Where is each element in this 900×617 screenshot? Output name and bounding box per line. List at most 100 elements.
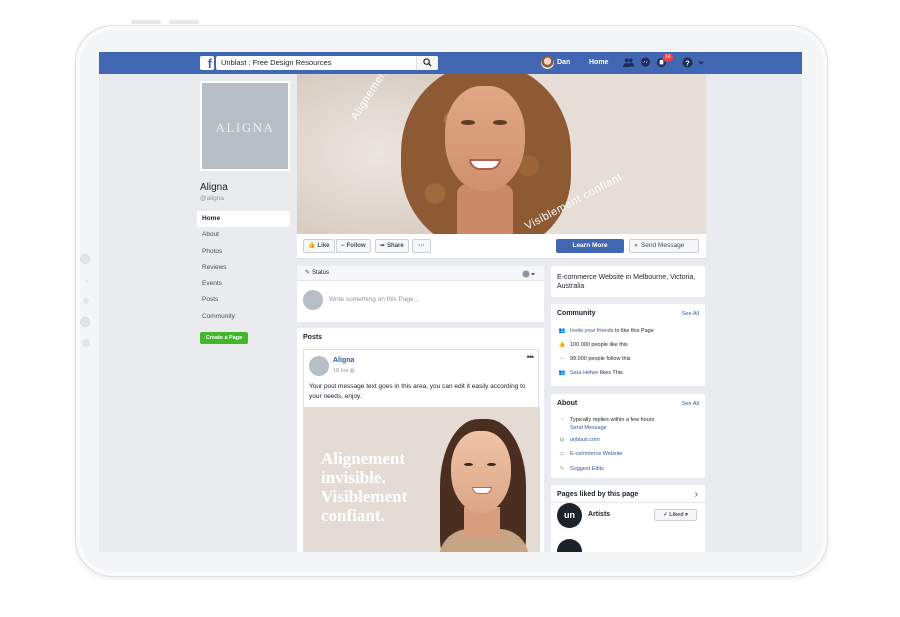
- divider: [551, 502, 705, 503]
- status-input[interactable]: Write something on this Page...: [329, 296, 419, 303]
- nav-item-reviews[interactable]: Reviews: [197, 260, 290, 276]
- nav-item-community[interactable]: Community: [197, 309, 290, 325]
- artist-page-name[interactable]: Artists: [588, 511, 610, 518]
- home-link[interactable]: Home: [589, 57, 608, 69]
- tablet-volume-button: [131, 20, 161, 24]
- page-username[interactable]: @aligna: [200, 195, 224, 202]
- status-composer: ✎ Status Write something on this Page...: [297, 266, 544, 322]
- avatar: [541, 56, 554, 69]
- share-button[interactable]: ➦ Share: [375, 239, 409, 253]
- aligna-logo: ALIGNA: [215, 120, 275, 135]
- nav-item-photos[interactable]: Photos: [197, 244, 290, 260]
- help-icon[interactable]: ?: [682, 57, 693, 68]
- invite-friends-link[interactable]: Invite your friends: [570, 328, 613, 334]
- about-heading: About: [557, 400, 578, 407]
- website-row: ◍ unblast.com: [557, 436, 600, 444]
- thumbs-up-icon: 👍: [558, 342, 566, 348]
- tablet-camera: [80, 254, 90, 264]
- invite-icon: 👥: [558, 328, 566, 334]
- cover-photo[interactable]: Alignement invisible Visiblement confian…: [297, 74, 706, 234]
- page-description-card: E-commerce Website in Melbourne, Victori…: [551, 266, 705, 297]
- follow-button[interactable]: ⌁ Follow: [336, 239, 371, 253]
- status-tab-label: Status: [312, 270, 330, 276]
- status-header: ✎ Status: [297, 266, 544, 281]
- community-see-all-link[interactable]: See All: [682, 311, 699, 317]
- liked-label: Liked: [669, 512, 684, 518]
- model-eye: [461, 120, 475, 125]
- chevron-down-icon[interactable]: [697, 57, 705, 68]
- send-message-button[interactable]: ● Send Message: [629, 239, 699, 253]
- rss-icon: ⌁: [560, 356, 564, 362]
- rss-icon: ⌁: [341, 243, 345, 249]
- nav-item-home[interactable]: Home: [197, 211, 290, 228]
- nav-item-about[interactable]: About: [197, 227, 290, 243]
- posts-heading: Posts: [303, 334, 323, 341]
- page-description: E-commerce Website in Melbourne, Victori…: [557, 274, 696, 290]
- tablet-dot: [85, 280, 88, 283]
- friends-icon: 👥: [558, 370, 566, 376]
- like-label: Like: [317, 243, 330, 249]
- about-card: About See All ◔ Typically replies within …: [551, 394, 705, 478]
- status-tab[interactable]: ✎ Status: [305, 268, 329, 279]
- invite-friends-row: 👥 Invite your friends to like this Page: [557, 327, 654, 335]
- follows-row: ⌁ 99.000 people follow this: [557, 355, 630, 363]
- share-icon: ➦: [380, 243, 386, 249]
- page-profile-picture[interactable]: ALIGNA: [200, 81, 290, 171]
- page-action-bar: 👍 Like ⌁ Follow ➦ Share ··· Learn More ● Sen…: [297, 234, 706, 259]
- post-options-icon[interactable]: •••: [527, 352, 535, 362]
- pencil-icon: ✎: [305, 270, 311, 276]
- top-navigation-bar: f Unblast : Free Design Resources Dan Ho…: [99, 52, 802, 74]
- caret-down-icon: ▾: [685, 512, 688, 518]
- website-link[interactable]: unblast.com: [570, 437, 600, 443]
- friends-icon[interactable]: [623, 57, 634, 68]
- category-link[interactable]: E-commerce Website: [570, 451, 622, 457]
- nav-item-events[interactable]: Events: [197, 276, 290, 292]
- more-button[interactable]: ···: [412, 239, 431, 253]
- search-button[interactable]: [416, 56, 438, 70]
- facebook-page-screen: f Unblast : Free Design Resources Dan Ho…: [99, 52, 802, 552]
- posts-section: Posts Aligna 18 hrs ◍ ••• Your post mess…: [297, 328, 544, 552]
- facebook-logo-icon[interactable]: f: [200, 56, 214, 70]
- page-navigation: Home About Photos Reviews Events Posts C…: [197, 211, 290, 325]
- pages-liked-heading[interactable]: Pages liked by this page: [557, 491, 638, 498]
- search-input[interactable]: Unblast : Free Design Resources: [221, 57, 331, 69]
- audience-selector-icon[interactable]: [522, 270, 536, 278]
- create-page-button[interactable]: Create a Page: [200, 332, 248, 344]
- thumbs-up-icon: 👍: [308, 243, 316, 249]
- post-author[interactable]: Aligna: [333, 357, 354, 364]
- artist-page-avatar[interactable]: un: [557, 503, 582, 528]
- nav-item-posts[interactable]: Posts: [197, 292, 290, 308]
- response-time-row: ◔ Typically replies within a few hours: [557, 416, 654, 424]
- model-neck: [457, 184, 513, 234]
- learn-more-button[interactable]: Learn More: [556, 239, 624, 253]
- post-image[interactable]: Alignement invisible. Visiblement confia…: [304, 407, 540, 552]
- post-card: Aligna 18 hrs ◍ ••• Your post message te…: [303, 349, 540, 552]
- liked-button[interactable]: ✓ Liked ▾: [654, 509, 697, 521]
- friend-link[interactable]: Sara Helwe: [570, 370, 598, 376]
- liked-page-avatar[interactable]: [557, 539, 582, 552]
- model-eye: [464, 463, 473, 466]
- messenger-icon[interactable]: [640, 57, 651, 68]
- likes-row: 👍 100.000 people like this: [557, 341, 628, 349]
- post-time-text: 18 hrs: [333, 368, 349, 374]
- follow-label: Follow: [346, 243, 366, 249]
- model-eye: [493, 120, 507, 125]
- suggest-edits-link[interactable]: Suggest Edits: [570, 466, 604, 472]
- post-timestamp[interactable]: 18 hrs ◍: [333, 368, 355, 374]
- like-button[interactable]: 👍 Like: [303, 239, 335, 253]
- messenger-icon: ◔: [560, 417, 564, 423]
- checkmark-icon: ✓: [663, 512, 668, 518]
- about-send-message-link[interactable]: Send Message: [570, 424, 607, 432]
- response-time-text: Typically replies within a few hours: [570, 417, 655, 423]
- globe-icon: ◍: [349, 368, 355, 374]
- about-see-all-link[interactable]: See All: [682, 401, 699, 407]
- search-field[interactable]: Unblast : Free Design Resources: [216, 56, 438, 70]
- avatar[interactable]: [309, 356, 329, 376]
- invite-text: to like this Page: [614, 328, 654, 334]
- avatar: [303, 290, 323, 310]
- friend-likes-text: likes This: [599, 370, 623, 376]
- svg-text:?: ?: [685, 58, 690, 67]
- chevron-right-icon[interactable]: ›: [695, 489, 698, 500]
- model-eye: [487, 463, 496, 466]
- page-title[interactable]: Aligna: [200, 182, 228, 193]
